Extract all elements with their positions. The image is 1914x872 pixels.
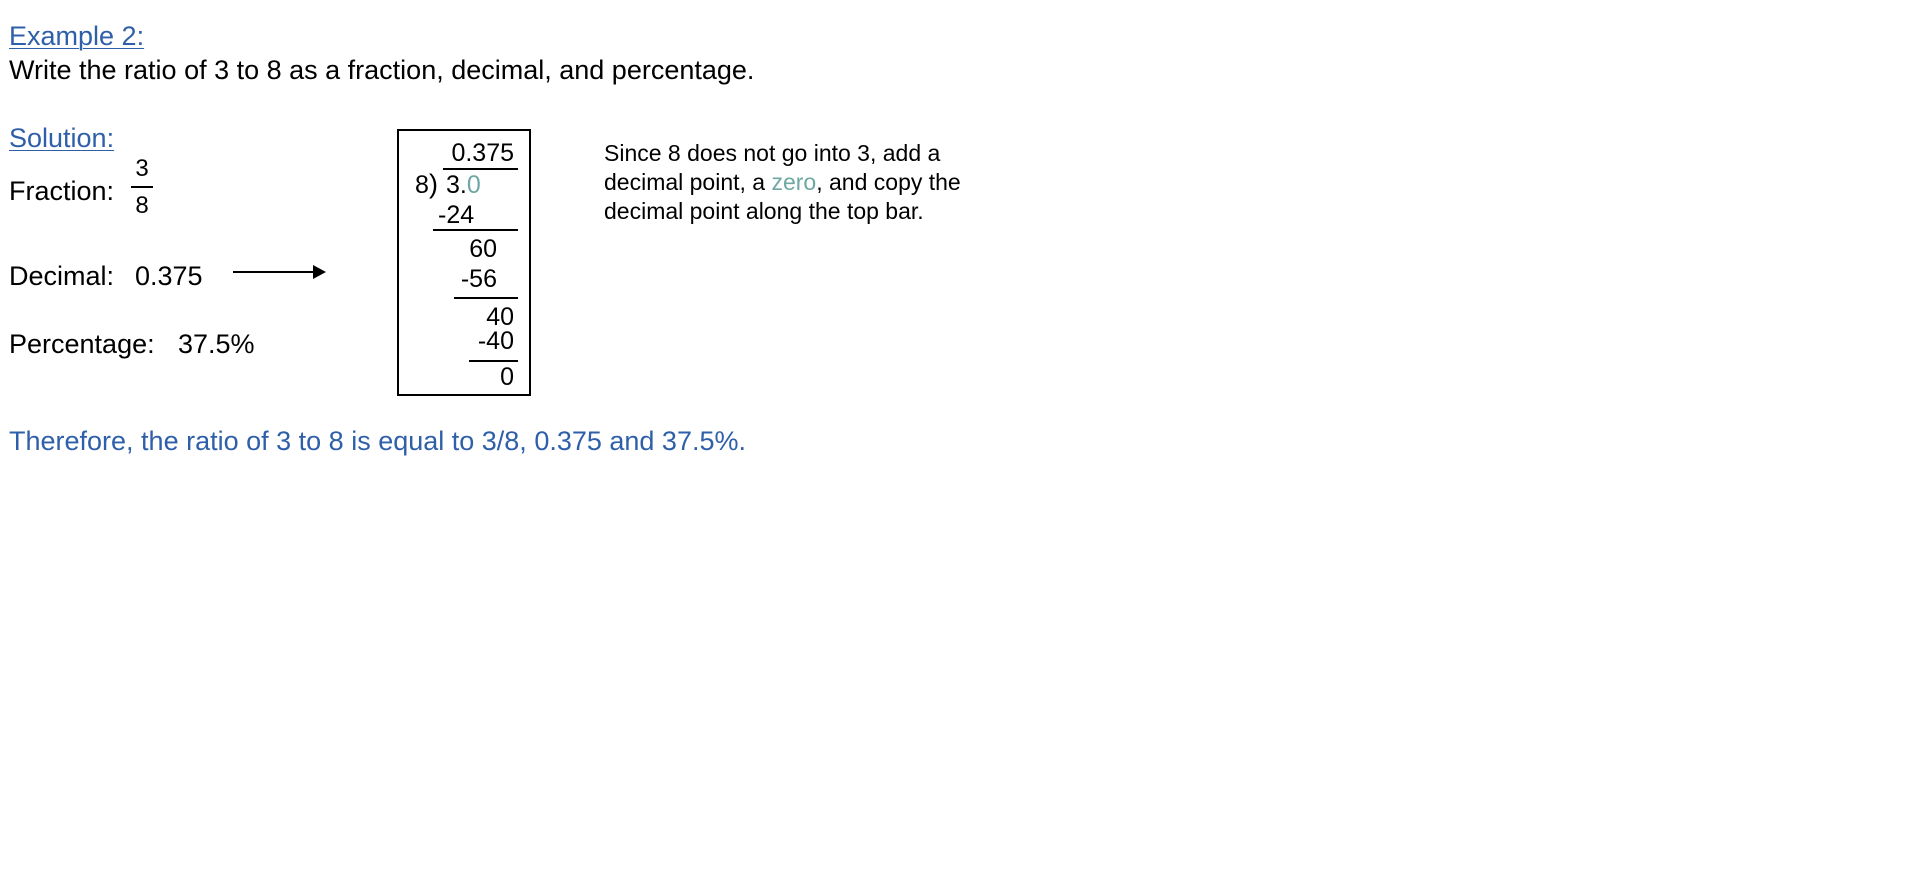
divisor: 8 <box>415 171 429 199</box>
fraction-value: 3 8 <box>131 155 153 220</box>
solution-heading: Solution: <box>9 123 115 153</box>
conclusion-text: Therefore, the ratio of 3 to 8 is equal … <box>9 426 746 456</box>
right-arrow-icon <box>233 265 326 279</box>
division-line-1 <box>433 229 518 231</box>
fraction-denominator: 8 <box>135 191 149 219</box>
question-text: Write the ratio of 3 to 8 as a fraction,… <box>9 55 755 85</box>
percentage-label: Percentage: <box>9 329 155 359</box>
fraction-bar <box>131 186 153 188</box>
step-remainder-0: 0 <box>500 363 514 391</box>
fraction-numerator: 3 <box>135 155 149 182</box>
division-top-bar <box>443 168 518 170</box>
decimal-label: Decimal: <box>9 261 115 291</box>
fraction-label: Fraction: <box>9 176 115 206</box>
division-bracket: ) <box>429 169 438 199</box>
division-line-2 <box>454 297 518 299</box>
quotient: 0.375 <box>451 139 514 167</box>
explanation-highlight-zero: zero <box>771 169 817 195</box>
step-subtract-56: -56 <box>460 265 497 293</box>
long-division-box: 0.375 8 ) 3.0 -24 60 -56 40 -40 0 <box>397 129 531 396</box>
explanation-line-2-end: , and copy the <box>816 169 961 195</box>
step-subtract-24: -24 <box>438 201 475 229</box>
dividend: 3.0 <box>446 171 481 199</box>
division-line-3 <box>469 360 518 362</box>
decimal-value: 0.375 <box>135 261 203 291</box>
example-heading: Example 2: <box>9 21 145 51</box>
step-subtract-40: -40 <box>477 327 514 355</box>
explanation-line-3: decimal point along the top bar. <box>604 198 924 224</box>
explanation-line-2-start: decimal point, a <box>604 169 772 195</box>
step-remainder-60: 60 <box>469 235 497 263</box>
dividend-main: 3. <box>446 171 467 199</box>
percentage-value: 37.5% <box>178 329 255 359</box>
dividend-added-zero: 0 <box>466 171 481 199</box>
explanation-line-2: decimal point, a zero, and copy the <box>604 168 961 197</box>
explanation-line-1: Since 8 does not go into 3, add a <box>604 140 941 166</box>
